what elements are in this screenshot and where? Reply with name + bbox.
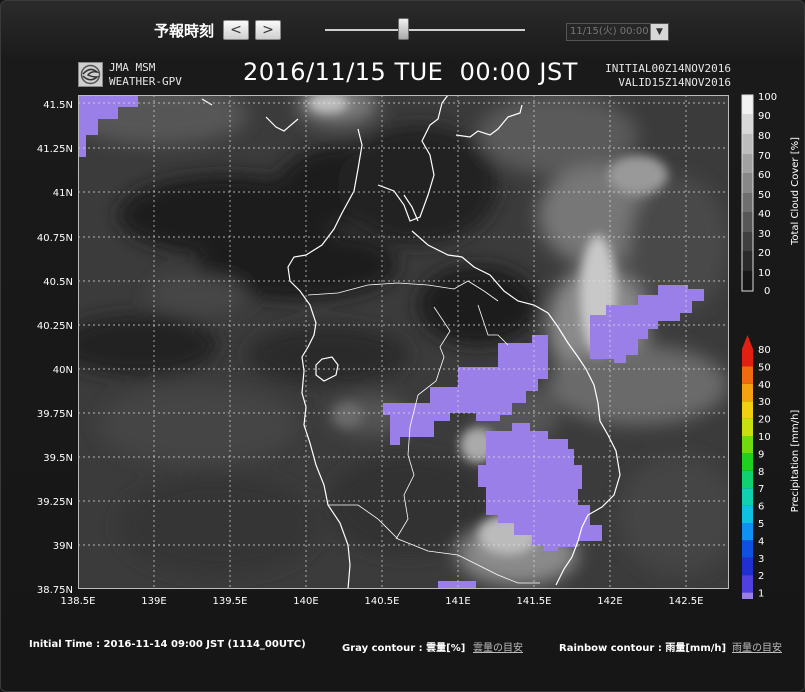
toolbar: 予報時刻 < > 11/15(火) 00:00 ▼ [1,1,805,47]
precip-legend-tick: 30 [758,397,771,408]
app-frame: 予報時刻 < > 11/15(火) 00:00 ▼ JMA MSM WEATHE… [0,0,805,692]
cloud-legend-tick: 90 [758,111,771,122]
lon-label: 142.5E [669,596,704,607]
model-run-info: INITIAL00Z14NOV2016 VALID15Z14NOV2016 [599,62,731,90]
precip-legend-swatch [742,366,753,384]
forecast-time-select[interactable]: 11/15(火) 00:00 ▼ [566,23,669,41]
brand-line1: JMA MSM [109,61,156,74]
lon-label: 141E [445,596,470,607]
precip-legend-tick: 1 [758,589,764,599]
next-button[interactable]: > [255,20,281,40]
jma-logo [78,62,103,87]
precip-legend-swatch [742,401,753,419]
lat-label: 41.25N [37,144,73,155]
precip-legend-swatch [742,540,753,558]
gray-contour-label: Gray contour : 雲量[%] [342,643,466,654]
precip-legend-tick: 5 [758,519,764,530]
rain-guide-link[interactable]: 雨量の目安 [732,639,782,654]
cloud-legend-tick: 30 [758,229,771,240]
lat-label: 40.5N [43,277,73,288]
chevron-down-icon[interactable]: ▼ [650,24,668,40]
precip-legend-tick: 6 [758,502,764,513]
time-slider-track[interactable] [325,29,525,31]
cloud-legend-title: Total Cloud Cover [%] [790,137,801,246]
precip-legend-swatch [742,592,753,599]
precip-legend-tick: 3 [758,554,764,565]
precip-legend-swatch [742,453,753,471]
precip-legend-tick: 80 [758,345,771,356]
brand-line2: WEATHER-GPV [109,75,182,88]
lat-label: 39.75N [37,409,73,420]
cloud-cover-legend: 100 90 80 70 60 50 40 30 20 10 0 Total C… [741,92,801,296]
prev-button[interactable]: < [223,20,249,40]
initial-time-code: INITIAL00Z14NOV2016 [605,62,731,75]
precip-legend-bar [742,335,753,599]
cloud-legend-bar [741,94,754,292]
cloud-legend-tick: 10 [758,268,771,279]
cloud-legend-tick: 70 [758,151,771,162]
precip-legend-swatch [742,575,753,593]
precip-legend-tick: 8 [758,467,764,478]
lon-label: 142E [597,596,622,607]
precip-legend-tick: 4 [758,536,764,547]
forecast-time-select-value: 11/15(火) 00:00 [570,26,649,37]
precip-legend-tick: 7 [758,484,764,495]
latitude-axis: 41.5N 41.25N 41N 40.75N 40.5N 40.25N 40N… [37,100,73,596]
precip-legend-tick: 20 [758,415,771,426]
lon-label: 141.5E [517,596,552,607]
rainbow-contour-label: Rainbow contour : 雨量[mm/h] [559,643,727,654]
precip-legend-swatch [742,488,753,506]
precip-legend-tick: 50 [758,362,771,373]
lon-label: 138.5E [61,596,96,607]
precipitation-legend: 80 50 40 30 20 10 9 8 7 6 5 4 3 2 1 Precipitation [mm/… [742,335,801,599]
precip-legend-swatch [742,505,753,523]
cloud-legend-tick: 40 [758,209,771,220]
lat-label: 41.5N [43,100,73,111]
cloud-legend-tick: 0 [764,286,770,296]
lon-label: 139E [141,596,166,607]
precip-legend-swatch [742,523,753,541]
precip-legend-swatch [742,349,753,367]
precip-legend-tick: 2 [758,571,764,582]
precip-legend-tick: 10 [758,432,771,443]
cloud-legend-tick: 20 [758,248,771,259]
lat-label: 40.75N [37,233,73,244]
lon-label: 139.5E [213,596,248,607]
lat-label: 40N [53,365,73,376]
lat-label: 41N [53,188,73,199]
precip-legend-swatch [742,557,753,576]
lat-label: 39N [53,541,73,552]
footer: Initial Time : 2016-11-14 09:00 JST (111… [1,639,805,659]
weather-map [78,95,729,589]
cloud-legend-tick: 60 [758,170,771,181]
lat-label: 39.25N [37,497,73,508]
precip-legend-title: Precipitation [mm/h] [790,410,801,513]
precip-legend-swatch [742,383,753,402]
cloud-legend-tick: 100 [758,92,777,103]
lon-label: 140.5E [365,596,400,607]
cloud-legend-tick: 50 [758,190,771,201]
precip-legend-tick: 40 [758,380,771,391]
map-title: 2016/11/15 TUE 00:00 JST [243,58,578,86]
time-slider-thumb[interactable] [398,18,409,40]
forecast-time-label: 予報時刻 [154,22,215,40]
precip-legend-swatch [742,418,753,436]
cloud-guide-link[interactable]: 雲量の目安 [473,639,523,654]
lat-label: 39.5N [43,453,73,464]
precip-legend-swatch [742,436,753,454]
valid-time-code: VALID15Z14NOV2016 [618,76,731,89]
longitude-axis: 138.5E 139E 139.5E 140E 140.5E 141E 141.… [61,596,704,607]
initial-time: Initial Time : 2016-11-14 09:00 JST (111… [29,639,306,650]
precip-legend-swatch [742,470,753,489]
lat-label: 40.25N [37,321,73,332]
precip-legend-tick: 9 [758,449,764,460]
lon-label: 140E [293,596,318,607]
brand: JMA MSM WEATHER-GPV [109,61,182,89]
cloud-legend-tick: 80 [758,131,771,142]
